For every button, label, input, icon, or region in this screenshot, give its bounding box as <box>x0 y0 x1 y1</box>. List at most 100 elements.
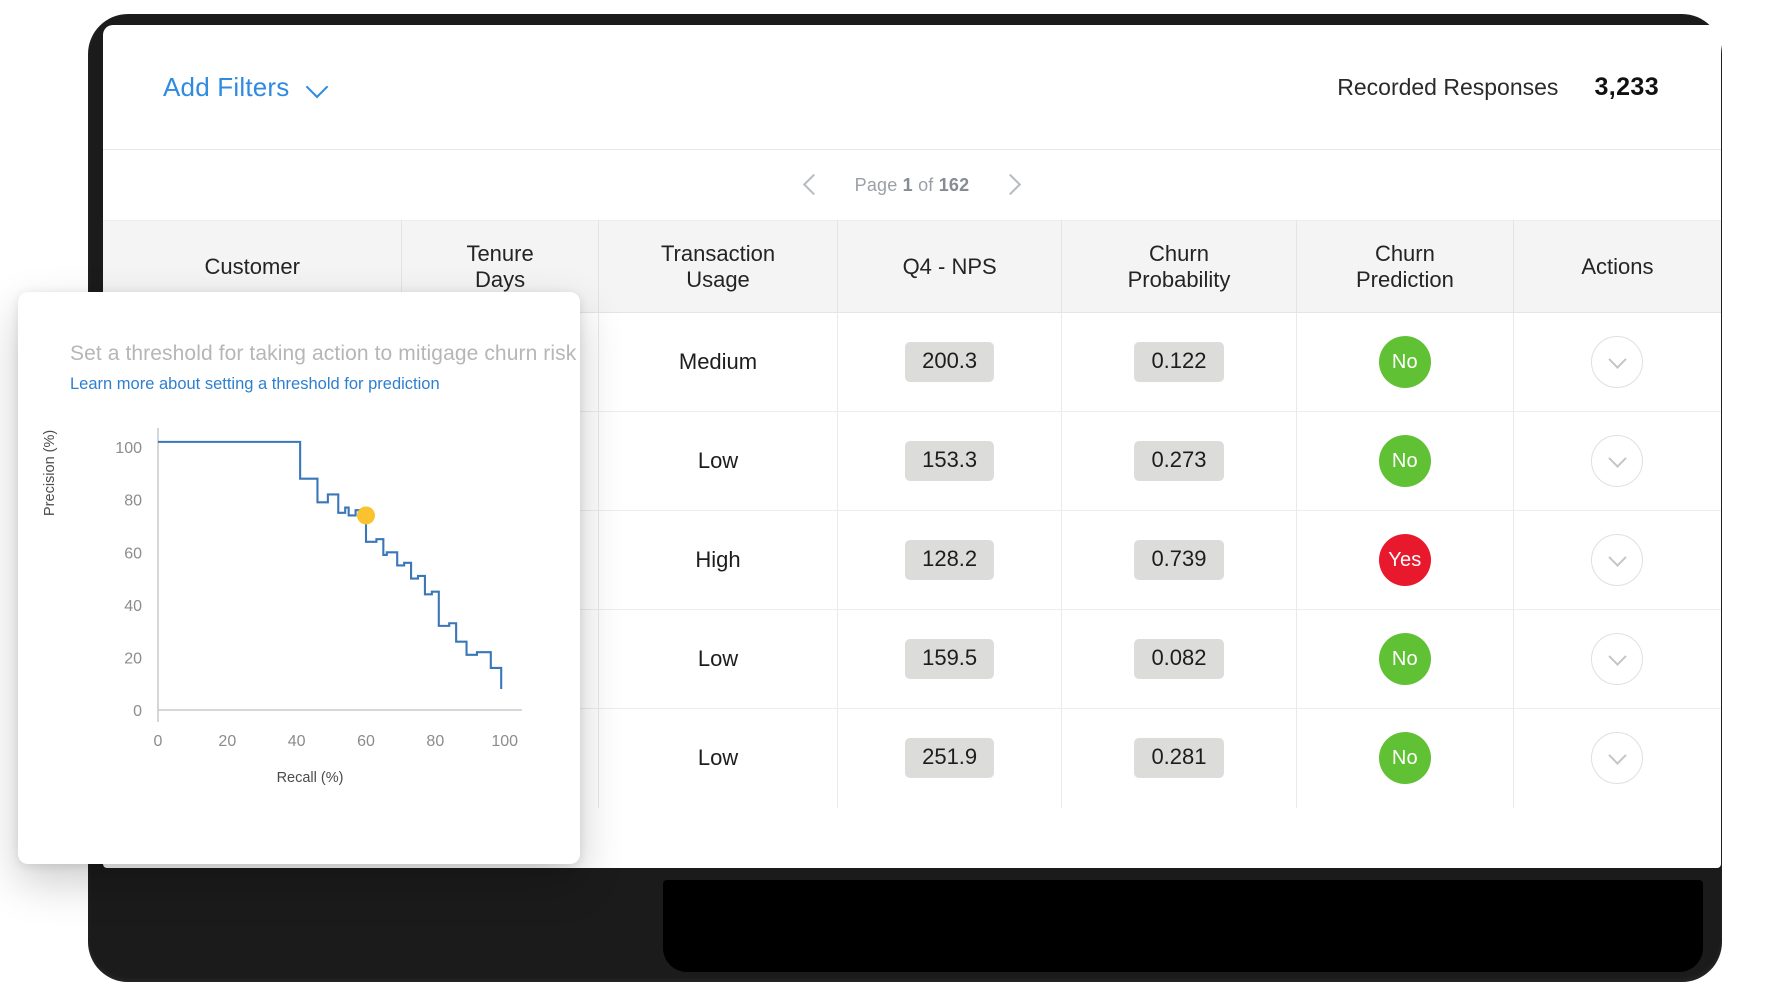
y-tick-label: 40 <box>124 598 142 615</box>
x-tick-label: 40 <box>288 733 306 750</box>
x-tick-label: 100 <box>491 733 518 750</box>
column-header-churn-prediction[interactable]: Churn Prediction <box>1297 221 1514 313</box>
nps-chip: 251.9 <box>905 738 994 778</box>
cell-q4-nps: 153.3 <box>838 412 1062 511</box>
chevron-down-icon <box>1608 746 1626 764</box>
add-filters-button[interactable]: Add Filters <box>163 72 329 103</box>
cell-transaction-usage: Low <box>598 709 838 808</box>
threshold-marker <box>357 506 375 524</box>
column-header-line1: Q4 - NPS <box>903 254 997 279</box>
cell-q4-nps: 159.5 <box>838 610 1062 709</box>
recorded-responses: Recorded Responses 3,233 <box>1337 73 1659 102</box>
cell-actions <box>1513 511 1721 610</box>
y-axis-label: Precision (%) <box>42 430 58 516</box>
column-header-line1: Churn <box>1375 241 1435 266</box>
x-tick-label: 60 <box>357 733 375 750</box>
nps-chip: 153.3 <box>905 441 994 481</box>
row-actions-button[interactable] <box>1591 732 1643 784</box>
page-prefix: Page <box>855 175 903 195</box>
status-badge: Yes <box>1379 534 1431 586</box>
probability-chip: 0.122 <box>1134 342 1223 382</box>
chevron-down-icon <box>1608 647 1626 665</box>
cell-churn-probability: 0.739 <box>1061 511 1296 610</box>
device-bezel-void <box>663 880 1703 972</box>
nps-chip: 200.3 <box>905 342 994 382</box>
cell-actions <box>1513 709 1721 808</box>
y-tick-label: 0 <box>133 703 142 720</box>
cell-churn-prediction: No <box>1297 313 1514 412</box>
probability-chip: 0.082 <box>1134 639 1223 679</box>
nps-chip: 159.5 <box>905 639 994 679</box>
status-badge: No <box>1379 732 1431 784</box>
cell-churn-prediction: Yes <box>1297 511 1514 610</box>
cell-churn-prediction: No <box>1297 610 1514 709</box>
chevron-down-icon <box>307 76 329 98</box>
column-header-line2: Days <box>475 267 525 292</box>
status-badge: No <box>1379 633 1431 685</box>
column-header-line2: Prediction <box>1356 267 1454 292</box>
chart-title: Set a threshold for taking action to mit… <box>70 342 550 366</box>
column-header-line2: Usage <box>686 267 750 292</box>
probability-chip: 0.273 <box>1134 441 1223 481</box>
precision-recall-plot: 0 20 40 60 80 100 0 20 40 60 80 100 <box>70 420 540 765</box>
row-actions-button[interactable] <box>1591 336 1643 388</box>
add-filters-label: Add Filters <box>163 72 289 103</box>
cell-churn-prediction: No <box>1297 709 1514 808</box>
cell-transaction-usage: Low <box>598 610 838 709</box>
page-indicator: Page 1 of 162 <box>855 175 970 196</box>
x-tick-label: 20 <box>218 733 236 750</box>
row-actions-button[interactable] <box>1591 534 1643 586</box>
chevron-down-icon <box>1608 449 1626 467</box>
recorded-responses-value: 3,233 <box>1594 73 1659 102</box>
row-actions-button[interactable] <box>1591 435 1643 487</box>
cell-actions <box>1513 610 1721 709</box>
chevron-down-icon <box>1608 350 1626 368</box>
column-header-line1: Transaction <box>661 241 775 266</box>
recorded-responses-label: Recorded Responses <box>1337 74 1558 101</box>
column-header-churn-probability[interactable]: Churn Probability <box>1061 221 1296 313</box>
page-current: 1 <box>903 175 913 195</box>
column-header-line2: Probability <box>1128 267 1231 292</box>
y-tick-label: 20 <box>124 650 142 667</box>
learn-more-link[interactable]: Learn more about setting a threshold for… <box>70 375 440 394</box>
chevron-right-icon[interactable] <box>999 172 1025 198</box>
x-tick-label: 80 <box>426 733 444 750</box>
column-header-actions[interactable]: Actions <box>1513 221 1721 313</box>
status-badge: No <box>1379 435 1431 487</box>
precision-recall-chart: Precision (%) Recall (%) 020406080100020… <box>70 420 550 770</box>
cell-transaction-usage: High <box>598 511 838 610</box>
column-header-transaction-usage[interactable]: Transaction Usage <box>598 221 838 313</box>
x-tick-label: 0 <box>154 733 163 750</box>
app-topbar: Add Filters Recorded Responses 3,233 <box>103 25 1721 150</box>
column-header-q4-nps[interactable]: Q4 - NPS <box>838 221 1062 313</box>
cell-q4-nps: 251.9 <box>838 709 1062 808</box>
cell-churn-prediction: No <box>1297 412 1514 511</box>
y-tick-label: 60 <box>124 545 142 562</box>
threshold-chart-card: Set a threshold for taking action to mit… <box>18 292 580 864</box>
cell-q4-nps: 128.2 <box>838 511 1062 610</box>
column-header-line1: Actions <box>1581 254 1653 279</box>
x-axis-label: Recall (%) <box>70 770 550 786</box>
precision-recall-curve <box>158 442 501 689</box>
chevron-down-icon <box>1608 548 1626 566</box>
cell-churn-probability: 0.281 <box>1061 709 1296 808</box>
cell-actions <box>1513 313 1721 412</box>
status-badge: No <box>1379 336 1431 388</box>
cell-churn-probability: 0.082 <box>1061 610 1296 709</box>
cell-q4-nps: 200.3 <box>838 313 1062 412</box>
cell-churn-probability: 0.122 <box>1061 313 1296 412</box>
pagination-bar: Page 1 of 162 <box>103 150 1721 220</box>
column-header-line1: Tenure <box>466 241 533 266</box>
row-actions-button[interactable] <box>1591 633 1643 685</box>
screenshot-root: Add Filters Recorded Responses 3,233 Pag… <box>0 0 1766 1004</box>
y-tick-label: 80 <box>124 493 142 510</box>
page-total: 162 <box>939 175 970 195</box>
probability-chip: 0.739 <box>1134 540 1223 580</box>
probability-chip: 0.281 <box>1134 738 1223 778</box>
cell-actions <box>1513 412 1721 511</box>
chevron-left-icon[interactable] <box>799 172 825 198</box>
cell-churn-probability: 0.273 <box>1061 412 1296 511</box>
column-header-line1: Customer <box>205 254 300 279</box>
page-middle: of <box>913 175 939 195</box>
y-tick-label: 100 <box>115 440 142 457</box>
